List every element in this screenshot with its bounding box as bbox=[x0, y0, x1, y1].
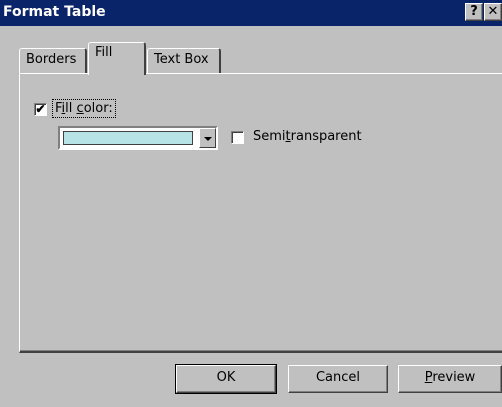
ok-button[interactable]: OK bbox=[175, 364, 277, 394]
semitransparent-checkbox[interactable] bbox=[231, 131, 244, 144]
tab-text-box[interactable]: Text Box bbox=[147, 48, 221, 73]
checkmark-icon: ✔ bbox=[35, 102, 46, 116]
preview-button[interactable]: Preview bbox=[398, 365, 502, 393]
help-icon: ? bbox=[470, 4, 478, 19]
window-title: Format Table bbox=[3, 4, 106, 20]
fill-color-label[interactable]: Fill color: bbox=[52, 99, 116, 118]
fill-color-dropdown[interactable] bbox=[58, 126, 218, 150]
close-icon: ✕ bbox=[487, 4, 499, 19]
help-button[interactable]: ? bbox=[465, 3, 483, 21]
close-button[interactable]: ✕ bbox=[484, 3, 502, 21]
color-swatch bbox=[63, 131, 193, 145]
chevron-down-icon[interactable] bbox=[199, 128, 216, 148]
semitransparent-label[interactable]: Semitransparent bbox=[253, 129, 362, 144]
title-bar[interactable]: Format Table ? ✕ bbox=[0, 0, 502, 26]
tab-strip: Borders Fill Text Box bbox=[0, 40, 502, 75]
tab-borders[interactable]: Borders bbox=[19, 48, 87, 73]
tab-fill[interactable]: Fill bbox=[88, 42, 146, 75]
format-table-dialog: Format Table ? ✕ Borders Fill Text Box ✔… bbox=[0, 0, 502, 407]
cancel-button[interactable]: Cancel bbox=[288, 365, 388, 393]
fill-color-checkbox[interactable]: ✔ bbox=[34, 103, 47, 116]
